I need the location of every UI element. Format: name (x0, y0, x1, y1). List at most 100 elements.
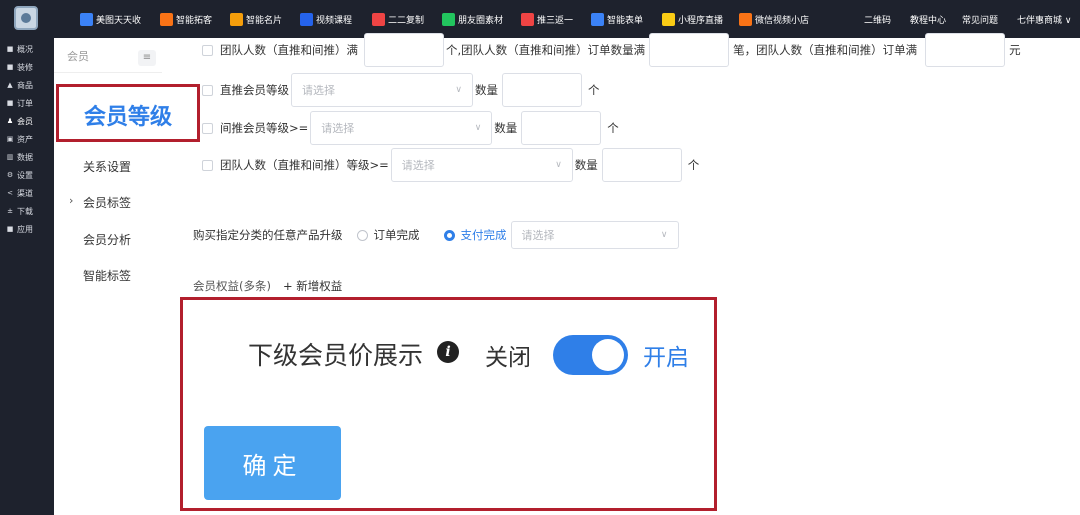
row-label: 直推会员等级 (220, 83, 289, 97)
team-count-checkbox[interactable] (202, 44, 213, 56)
sidebar-item-data[interactable]: ▥ 数据 (6, 150, 33, 164)
nav-app-icon (442, 12, 455, 26)
nav-item-0[interactable]: 美图天天收 (80, 11, 141, 27)
sidebar-item-settings[interactable]: ⚙ 设置 (6, 168, 33, 182)
nav-item-7[interactable]: 智能表单 (591, 11, 643, 27)
submenu-item-member-level[interactable]: 会员等级 (56, 84, 200, 142)
tutorial-center-link[interactable]: 教程中心 (910, 13, 946, 26)
nav-item-9[interactable]: 微信视频小店 (739, 11, 809, 27)
row-label: 团队人数（直推和间推）满 (220, 43, 358, 57)
nav-app-icon (80, 12, 93, 26)
team-level-qty-input[interactable] (601, 148, 682, 182)
row-label: 个,团队人数（直推和间推）订单数量满 (446, 43, 646, 57)
account-menu[interactable]: 七伴惠商城 ∨ (1017, 13, 1071, 26)
team-level-select[interactable]: 请选择 ∨ (390, 148, 573, 182)
chevron-down-icon: ∨ (455, 85, 462, 95)
nav-app-icon (300, 12, 313, 26)
sidebar-item-members[interactable]: ♟ 会员 (6, 114, 33, 128)
indirect-level-row: 间推会员等级>= 请选择 ∨ 数量 个 (202, 111, 619, 145)
sidebar-item-label: 订单 (17, 98, 33, 108)
chevron-down-icon: ∨ (474, 123, 482, 133)
team-order-amount-input[interactable] (925, 33, 1006, 67)
add-benefit-button[interactable]: + 新增权益 (283, 278, 342, 294)
sub-member-price-label: 下级会员价展示 (248, 341, 424, 370)
app-logo[interactable] (14, 6, 38, 30)
row-label: 团队人数（直推和间推）等级>= (220, 158, 389, 172)
radio-label[interactable]: 支付完成 (461, 227, 507, 243)
sidebar-item-apps[interactable]: ■ 应用 (6, 222, 33, 236)
benefits-label: 会员权益(多条) (193, 279, 271, 293)
qrcode-link[interactable]: 二维码 (864, 13, 891, 26)
sidebar-item-label: 设置 (17, 170, 33, 180)
direct-level-checkbox[interactable] (202, 84, 213, 96)
nav-app-icon (230, 12, 243, 26)
sidebar-item-products[interactable]: ▲ 商品 (6, 78, 33, 92)
sidebar-icon: ▲ (7, 81, 13, 89)
nav-item-3[interactable]: 视频课程 (300, 11, 352, 27)
sidebar-icon: ♟ (6, 117, 14, 125)
submenu-item-label: 会员等级 (83, 105, 172, 130)
sub-member-price-toggle[interactable] (553, 335, 628, 375)
sidebar-icon: ■ (6, 45, 14, 53)
collapse-icon[interactable]: ≡ (138, 50, 156, 66)
nav-item-5[interactable]: 朋友圈素材 (442, 11, 503, 27)
nav-item-label: 推三返一 (537, 15, 574, 26)
payment-complete-radio[interactable] (443, 229, 455, 241)
sub-member-price-panel: 下级会员价展示 i 关闭 开启 确定 (180, 297, 717, 511)
sidebar-item-channels[interactable]: < 渠道 (6, 186, 33, 200)
submenu-item-member-tags[interactable]: 会员标签 (83, 194, 131, 211)
sidebar-item-label: 商品 (17, 80, 33, 90)
direct-level-qty-input[interactable] (502, 73, 582, 107)
sidebar-item-decoration[interactable]: ■ 装修 (6, 60, 33, 74)
nav-item-label: 视频课程 (316, 15, 353, 26)
qty-label: 数量 (494, 121, 518, 135)
nav-item-label: 智能拓客 (176, 15, 213, 26)
select-placeholder: 请选择 (401, 159, 435, 172)
purchase-upgrade-row: 购买指定分类的任意产品升级 订单完成 支付完成 请选择 ∨ (193, 221, 679, 249)
team-count-input[interactable] (364, 33, 444, 67)
nav-app-icon (160, 12, 173, 26)
chevron-down-icon: ∨ (555, 160, 562, 170)
indirect-level-select[interactable]: 请选择 ∨ (310, 111, 493, 145)
nav-item-8[interactable]: 小程序直播 (662, 11, 723, 27)
sidebar-item-label: 数据 (17, 152, 33, 162)
confirm-button[interactable]: 确定 (204, 426, 341, 500)
benefits-row: 会员权益(多条) + 新增权益 (193, 278, 342, 294)
nav-item-2[interactable]: 智能名片 (230, 11, 282, 27)
team-order-count-input[interactable] (649, 33, 730, 67)
nav-item-4[interactable]: 二二复制 (372, 11, 424, 27)
nav-item-6[interactable]: 推三返一 (521, 11, 573, 27)
sidebar-item-label: 装修 (17, 62, 33, 72)
order-complete-radio[interactable] (356, 229, 368, 241)
sidebar-item-orders[interactable]: ■ 订单 (6, 96, 33, 110)
nav-item-label: 小程序直播 (678, 15, 724, 26)
team-level-checkbox[interactable] (202, 159, 213, 171)
direct-level-select[interactable]: 请选择 ∨ (291, 73, 473, 107)
select-placeholder: 请选择 (521, 229, 555, 242)
indirect-level-checkbox[interactable] (202, 122, 213, 134)
chevron-right-icon[interactable]: › (69, 194, 73, 207)
qty-label: 数量 (475, 83, 498, 97)
sidebar-icon: ▣ (6, 135, 14, 143)
nav-item-label: 微信视频小店 (755, 15, 810, 26)
submenu-item-smart-tags[interactable]: 智能标签 (83, 267, 131, 284)
unit-label: 个 (687, 158, 700, 172)
sidebar-item-label: 概况 (17, 44, 33, 54)
submenu-item-relation-settings[interactable]: 关系设置 (83, 158, 131, 175)
nav-app-icon (739, 12, 752, 26)
sidebar-item-downloads[interactable]: ± 下载 (6, 204, 33, 218)
indirect-level-qty-input[interactable] (521, 111, 602, 145)
category-select[interactable]: 请选择 ∨ (510, 221, 679, 249)
sidebar-item-assets[interactable]: ▣ 资产 (6, 132, 33, 146)
unit-label: 个 (607, 121, 619, 135)
nav-item-label: 智能名片 (246, 15, 283, 26)
radio-label[interactable]: 订单完成 (374, 227, 420, 243)
faq-link[interactable]: 常见问题 (962, 13, 998, 26)
sidebar-item-overview[interactable]: ■ 概况 (6, 42, 33, 56)
info-icon[interactable]: i (437, 341, 459, 363)
direct-level-row: 直推会员等级 请选择 ∨ 数量 个 (202, 73, 600, 107)
submenu-item-member-analysis[interactable]: 会员分析 (83, 231, 131, 248)
nav-item-1[interactable]: 智能拓客 (160, 11, 212, 27)
unit-label: 个 (588, 83, 600, 97)
sidebar-icon: ⚙ (6, 171, 14, 179)
